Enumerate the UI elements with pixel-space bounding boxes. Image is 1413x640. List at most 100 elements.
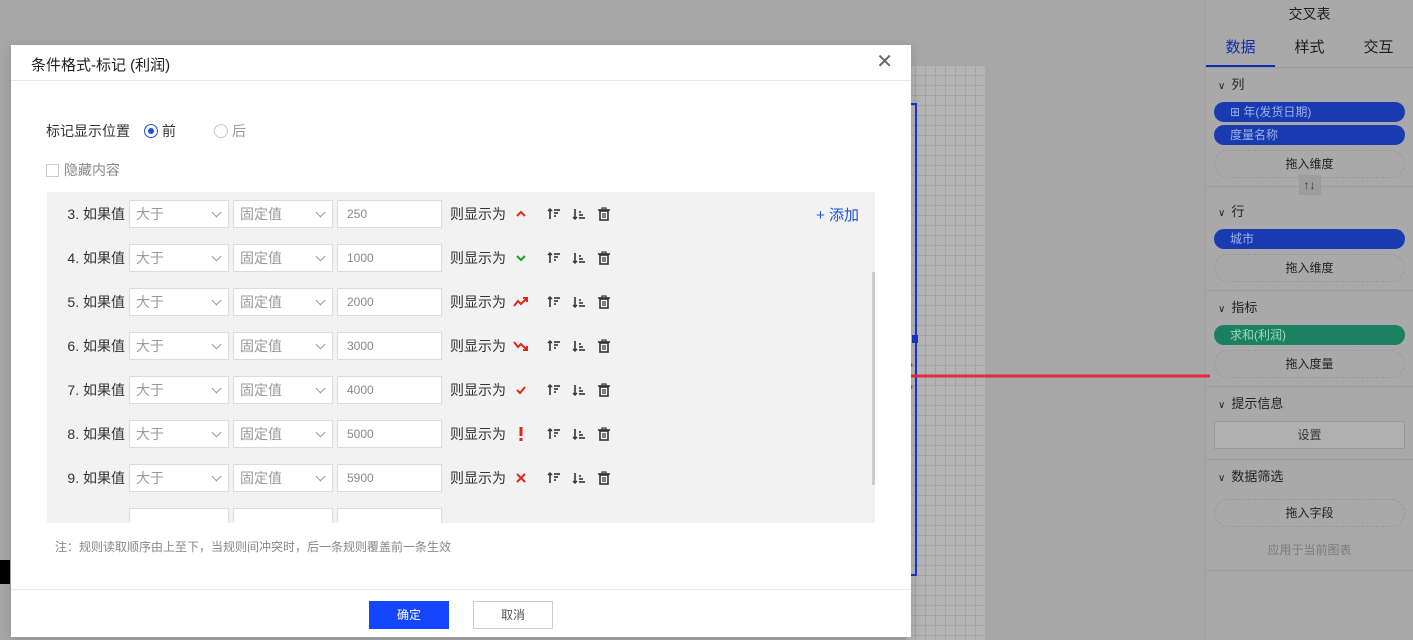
cancel-button[interactable]: 取消 xyxy=(473,601,553,629)
filter-section-header[interactable]: ∨ 数据筛选 xyxy=(1214,460,1405,494)
close-icon[interactable]: ✕ xyxy=(876,52,893,72)
operator-select[interactable]: 大于 xyxy=(129,420,229,448)
operator-select[interactable]: 大于 xyxy=(129,376,229,404)
threshold-input[interactable]: 2000 xyxy=(337,288,442,316)
move-down-icon[interactable] xyxy=(570,337,588,355)
radio-after[interactable]: 后 xyxy=(214,121,246,141)
value-type-select[interactable]: 固定值 xyxy=(233,332,333,360)
field-pill-year-ship-date[interactable]: ⊞ 年(发货日期) xyxy=(1214,102,1405,122)
tab-data[interactable]: 数据 xyxy=(1206,28,1275,67)
chevron-down-icon xyxy=(211,207,222,218)
exclamation-icon[interactable] xyxy=(512,425,530,443)
rule-condition-label: 5. 如果值 xyxy=(67,294,125,310)
section-label: 提示信息 xyxy=(1231,396,1284,411)
field-pill-measure-name[interactable]: 度量名称 xyxy=(1214,125,1405,145)
cross-icon[interactable] xyxy=(512,469,530,487)
threshold-input[interactable]: 5900 xyxy=(337,464,442,492)
add-rule-button[interactable]: + 添加 xyxy=(816,204,859,225)
delete-icon[interactable] xyxy=(595,337,613,355)
show-as-label: 则显示为 xyxy=(450,382,506,398)
swap-rows-columns-icon[interactable]: ↑↓ xyxy=(1298,175,1321,195)
trend-down-icon[interactable] xyxy=(512,337,530,355)
delete-icon[interactable] xyxy=(595,293,613,311)
chevron-down-icon xyxy=(211,427,222,438)
threshold-input[interactable]: 3000 xyxy=(337,332,442,360)
apply-to-current-chart[interactable]: 应用于当前图表 xyxy=(1214,535,1405,570)
move-up-icon[interactable] xyxy=(545,337,563,355)
check-icon[interactable] xyxy=(512,381,530,399)
metrics-section-header[interactable]: ∨ 指标 xyxy=(1214,291,1405,325)
chevron-down-icon[interactable] xyxy=(512,249,530,267)
move-up-icon[interactable] xyxy=(545,293,563,311)
drop-dimension-slot[interactable]: 拖入维度 xyxy=(1214,254,1405,282)
chevron-down-icon xyxy=(211,471,222,482)
move-down-icon[interactable] xyxy=(570,293,588,311)
operator-select[interactable]: 大于 xyxy=(129,288,229,316)
resize-handle[interactable] xyxy=(912,335,918,343)
panel-tabs: 数据 样式 交互 xyxy=(1206,28,1413,68)
scrollbar[interactable] xyxy=(872,272,875,485)
confirm-button[interactable]: 确定 xyxy=(369,601,449,629)
delete-icon[interactable] xyxy=(595,381,613,399)
threshold-input[interactable]: 4000 xyxy=(337,376,442,404)
operator-select[interactable] xyxy=(129,508,229,523)
delete-icon[interactable] xyxy=(595,469,613,487)
operator-select[interactable]: 大于 xyxy=(129,244,229,272)
move-up-icon[interactable] xyxy=(545,205,563,223)
trend-up-icon[interactable] xyxy=(512,293,530,311)
threshold-input[interactable]: 250 xyxy=(337,200,442,228)
value-type-select[interactable] xyxy=(233,508,333,523)
operator-select[interactable]: 大于 xyxy=(129,200,229,228)
delete-icon[interactable] xyxy=(595,249,613,267)
rule-row: 6. 如果值 大于 固定值 3000 则显示为 xyxy=(47,332,613,360)
move-up-icon[interactable] xyxy=(545,381,563,399)
hide-content-option[interactable]: 隐藏内容 xyxy=(46,160,120,180)
drop-field-slot[interactable]: 拖入字段 xyxy=(1214,499,1405,527)
move-up-icon[interactable] xyxy=(545,425,563,443)
value-type-select[interactable]: 固定值 xyxy=(233,420,333,448)
tooltip-section-header[interactable]: ∨ 提示信息 xyxy=(1214,387,1405,421)
hide-content-label: 隐藏内容 xyxy=(64,162,120,178)
move-down-icon[interactable] xyxy=(570,425,588,443)
drop-dimension-slot[interactable]: 拖入维度 xyxy=(1214,150,1405,178)
radio-before[interactable]: 前 xyxy=(144,121,176,141)
drop-measure-slot[interactable]: 拖入度量 xyxy=(1214,350,1405,378)
chevron-down-icon xyxy=(315,339,326,350)
move-down-icon[interactable] xyxy=(570,249,588,267)
rows-section-header[interactable]: ∨ 行 xyxy=(1214,195,1405,229)
columns-section-header[interactable]: ∨ 列 xyxy=(1214,68,1405,102)
threshold-input[interactable]: 1000 xyxy=(337,244,442,272)
value-type-select[interactable]: 固定值 xyxy=(233,244,333,272)
show-as-label: 则显示为 xyxy=(450,470,506,486)
field-pill-city[interactable]: 城市 xyxy=(1214,229,1405,249)
operator-select[interactable]: 大于 xyxy=(129,332,229,360)
value-type-select[interactable]: 固定值 xyxy=(233,288,333,316)
delete-icon[interactable] xyxy=(595,425,613,443)
radio-checked-icon xyxy=(144,124,158,138)
threshold-input[interactable] xyxy=(337,508,442,523)
delete-icon[interactable] xyxy=(595,205,613,223)
rule-row: 4. 如果值 大于 固定值 1000 则显示为 xyxy=(47,244,613,272)
dialog-title: 条件格式-标记 (利润) xyxy=(31,57,171,74)
value-type-select[interactable]: 固定值 xyxy=(233,200,333,228)
tooltip-settings-button[interactable]: 设置 xyxy=(1214,421,1405,449)
value-type-select[interactable]: 固定值 xyxy=(233,464,333,492)
move-down-icon[interactable] xyxy=(570,205,588,223)
conditional-format-dialog: 条件格式-标记 (利润) ✕ 标记显示位置 前 后 隐藏内容 + 添加 3. 如… xyxy=(11,45,911,637)
move-up-icon[interactable] xyxy=(545,249,563,267)
move-up-icon[interactable] xyxy=(545,469,563,487)
field-pill-sum-profit[interactable]: 求和(利润) xyxy=(1214,325,1405,345)
move-down-icon[interactable] xyxy=(570,469,588,487)
report-canvas xyxy=(905,65,985,640)
left-edge-element xyxy=(0,560,10,584)
operator-select[interactable]: 大于 xyxy=(129,464,229,492)
tooltip-section: ∨ 提示信息 设置 xyxy=(1206,387,1413,460)
chevron-up-icon[interactable] xyxy=(512,205,530,223)
rule-condition-label: 6. 如果值 xyxy=(67,338,125,354)
value-type-select[interactable]: 固定值 xyxy=(233,376,333,404)
tab-interaction[interactable]: 交互 xyxy=(1344,28,1413,67)
move-down-icon[interactable] xyxy=(570,381,588,399)
tab-style[interactable]: 样式 xyxy=(1275,28,1344,67)
threshold-input[interactable]: 5000 xyxy=(337,420,442,448)
columns-section: ∨ 列 ⊞ 年(发货日期) 度量名称 拖入维度 xyxy=(1206,68,1413,187)
